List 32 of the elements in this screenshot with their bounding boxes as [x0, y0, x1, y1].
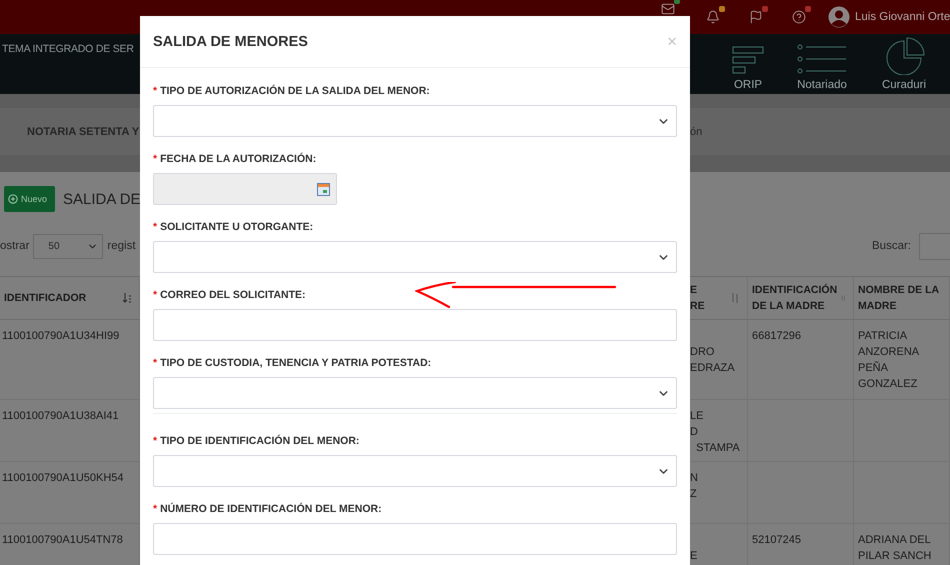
show-label: ostrar — [0, 240, 30, 252]
field-label: * TIPO DE AUTORIZACIÓN DE LA SALIDA DEL MENOR: — [153, 85, 430, 97]
records-label: regist — [107, 240, 136, 252]
column-header[interactable]: IDENTIFICACIÓN DE LA MADRE — [748, 277, 854, 320]
table-cell: DRO EDRAZA — [690, 320, 748, 400]
field-label: * FECHA DE LA AUTORIZACIÓN: — [153, 153, 316, 165]
field-label: * CORREO DEL SOLICITANTE: — [153, 289, 306, 301]
section-title: SALIDA DE — [63, 190, 140, 208]
modal-title: SALIDA DE MENORES — [153, 34, 308, 50]
app-title: TEMA INTEGRADO DE SER — [1, 42, 134, 57]
column-header[interactable]: NOMBRE DE LA MADRE — [854, 277, 950, 320]
table-cell: 66817296 — [748, 320, 854, 400]
field-label: * TIPO DE IDENTIFICACIÓN DEL MENOR: — [153, 435, 360, 447]
nav-item[interactable]: ORIP — [720, 34, 776, 94]
field-label: * TIPO DE CUSTODIA, TENENCIA Y PATRIA POTESTAD: — [153, 357, 432, 369]
table-cell: PATRICIA ANZORENA PEÑA GONZALEZ — [854, 320, 950, 400]
table-cell: E — [690, 524, 748, 565]
table-cell: N Z — [690, 462, 748, 524]
user-name[interactable]: Luis Giovanni Orte — [855, 11, 950, 23]
column-header[interactable]: E RE — [690, 277, 748, 320]
field-label: * SOLICITANTE U OTORGANTE: — [153, 221, 314, 233]
nav-item[interactable]: Curaduri — [868, 34, 940, 94]
search-label: Buscar: — [872, 240, 911, 252]
page-size-select[interactable]: 50 — [33, 234, 104, 258]
breadcrumb-text: NOTARIA SETENTA Y — [27, 126, 140, 138]
field-label: * NÚMERO DE IDENTIFICACIÓN DEL MENOR: — [153, 503, 382, 515]
table-cell: 52107245 — [748, 524, 854, 565]
nav-item[interactable]: Notariado — [786, 34, 858, 94]
table-cell: LE D STAMPA — [690, 400, 748, 462]
new-button[interactable]: Nuevo — [4, 186, 56, 212]
table-cell: ADRIANA DEL PILAR SANCH — [854, 524, 950, 565]
breadcrumb-text: ón — [690, 126, 702, 138]
